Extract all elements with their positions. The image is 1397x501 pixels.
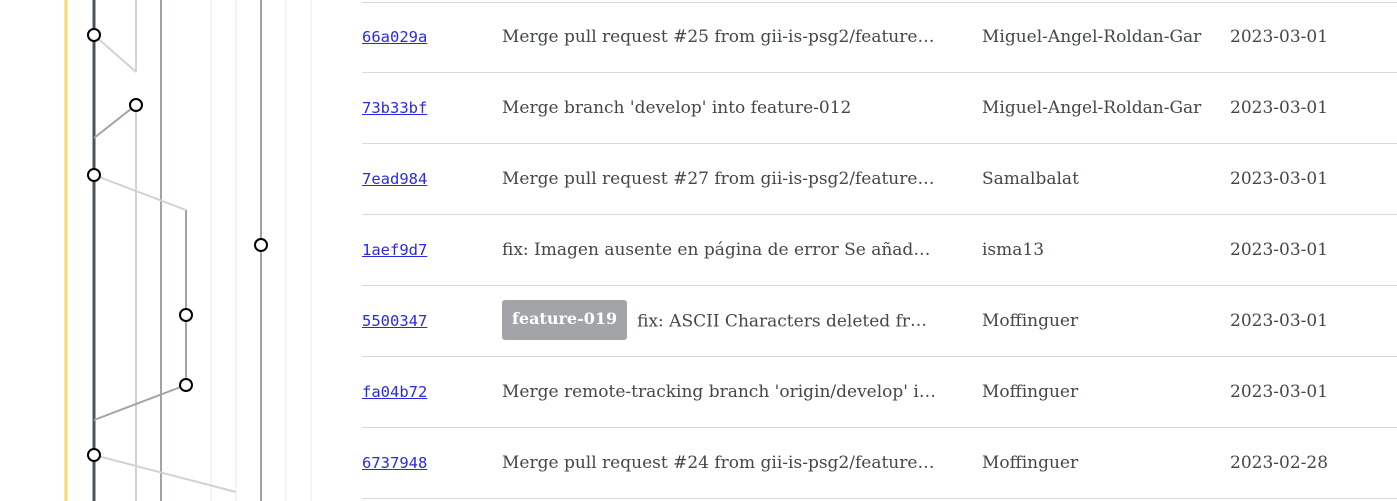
commit-node[interactable] (179, 378, 193, 392)
graph-edge (93, 104, 137, 139)
commit-row: fa04b72 Merge remote-tracking branch 'or… (362, 357, 1397, 428)
commit-message: Merge branch 'develop' into feature-012 (502, 98, 852, 118)
commit-hash-link[interactable]: 6737948 (362, 454, 427, 472)
commit-author: Miguel-Angel-Roldan-Garcia (982, 98, 1202, 118)
commit-message: fix: Imagen ausente en página de error S… (502, 240, 937, 260)
commit-row: 5500347 feature-019 fix: ASCII Characters… (362, 286, 1397, 357)
commit-author: Moffinguer (982, 311, 1079, 331)
commit-message: Merge pull request #25 from gii-is-psg2/… (502, 27, 937, 47)
commit-node[interactable] (179, 308, 193, 322)
commit-author: isma13 (982, 240, 1045, 260)
commit-hash-cell: 1aef9d7 (362, 215, 482, 285)
commit-hash-cell: 5500347 (362, 286, 482, 356)
commit-message: Merge pull request #27 from gii-is-psg2/… (502, 169, 937, 189)
commit-date: 2023-03-01 (1230, 311, 1329, 331)
commit-node[interactable] (87, 168, 101, 182)
commit-hash-link[interactable]: 73b33bf (362, 99, 427, 117)
commit-hash-link[interactable]: 5500347 (362, 312, 427, 330)
commit-date: 2023-03-01 (1230, 240, 1329, 260)
commit-row: 1aef9d7 fix: Imagen ausente en página de… (362, 215, 1397, 286)
commit-message: Merge remote-tracking branch 'origin/dev… (502, 382, 937, 402)
commit-row: 6737948 Merge pull request #24 from gii-… (362, 428, 1397, 499)
graph-edge (93, 384, 187, 421)
commit-date: 2023-03-01 (1230, 382, 1329, 402)
commit-hash-link[interactable]: 1aef9d7 (362, 241, 427, 259)
commit-date: 2023-03-01 (1230, 98, 1329, 118)
commit-date: 2023-03-01 (1230, 169, 1329, 189)
commit-hash-cell: 73b33bf (362, 73, 482, 143)
commit-message-text: fix: ASCII Characters deleted from view … (637, 311, 937, 332)
commit-hash-link[interactable]: 7ead984 (362, 170, 427, 188)
commit-row: 66a029a Merge pull request #25 from gii-… (362, 2, 1397, 73)
commit-author: Samalbalat (982, 169, 1079, 189)
commit-list: 66a029a Merge pull request #25 from gii-… (362, 0, 1397, 501)
graph-edge (93, 174, 187, 211)
commit-hash-cell: 7ead984 (362, 144, 482, 214)
commit-node[interactable] (129, 98, 143, 112)
commit-node[interactable] (87, 28, 101, 42)
branch-tag[interactable]: feature-019 (502, 299, 628, 340)
commit-date: 2023-03-01 (1230, 27, 1329, 47)
commit-hash-cell: 66a029a (362, 2, 482, 72)
commit-author: Miguel-Angel-Roldan-Garcia (982, 27, 1202, 47)
commit-author: Moffinguer (982, 382, 1079, 402)
commit-row: 73b33bf Merge branch 'develop' into feat… (362, 73, 1397, 144)
graph-edge (93, 34, 137, 73)
commit-hash-link[interactable]: fa04b72 (362, 383, 427, 401)
commit-date: 2023-02-28 (1230, 453, 1329, 473)
commit-row: 7ead984 Merge pull request #27 from gii-… (362, 144, 1397, 215)
commit-message: Merge pull request #24 from gii-is-psg2/… (502, 453, 937, 473)
commit-node[interactable] (87, 448, 101, 462)
commit-hash-link[interactable]: 66a029a (362, 28, 427, 46)
commit-author: Moffinguer (982, 453, 1079, 473)
commit-graph (64, 0, 312, 501)
commit-node[interactable] (254, 238, 268, 252)
graph-edge (93, 454, 237, 493)
commit-hash-cell: fa04b72 (362, 357, 482, 427)
commit-message: feature-019 fix: ASCII Characters deleted… (502, 286, 937, 356)
commit-hash-cell: 6737948 (362, 428, 482, 498)
